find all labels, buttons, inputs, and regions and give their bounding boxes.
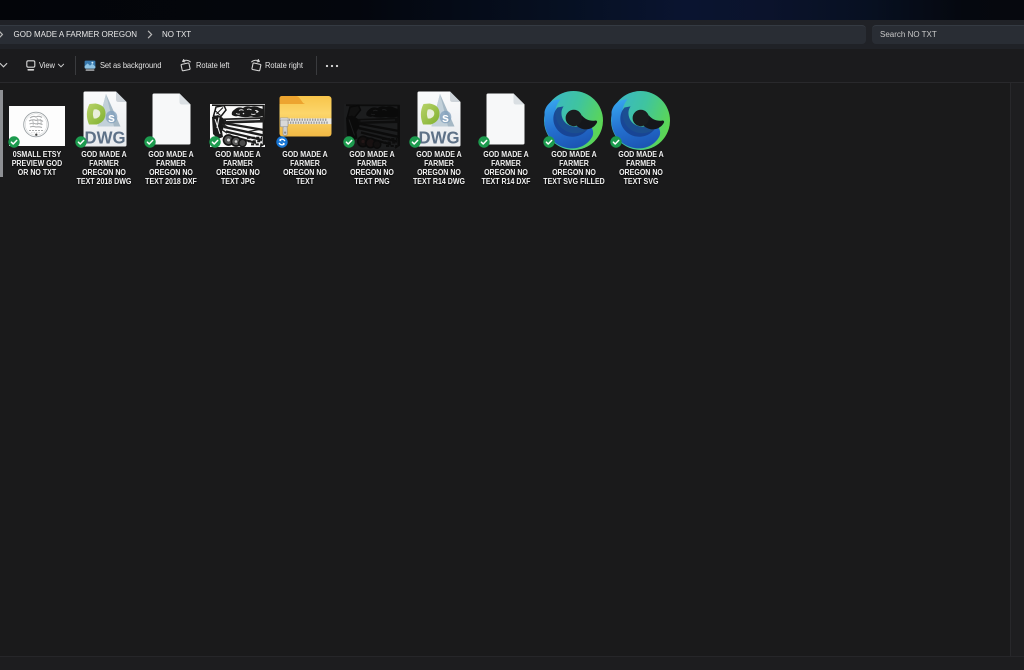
svg-text:s: s <box>108 111 115 125</box>
svg-text:DWG: DWG <box>419 127 460 147</box>
svg-text:DWG: DWG <box>85 127 126 147</box>
svg-text:s: s <box>442 111 449 125</box>
